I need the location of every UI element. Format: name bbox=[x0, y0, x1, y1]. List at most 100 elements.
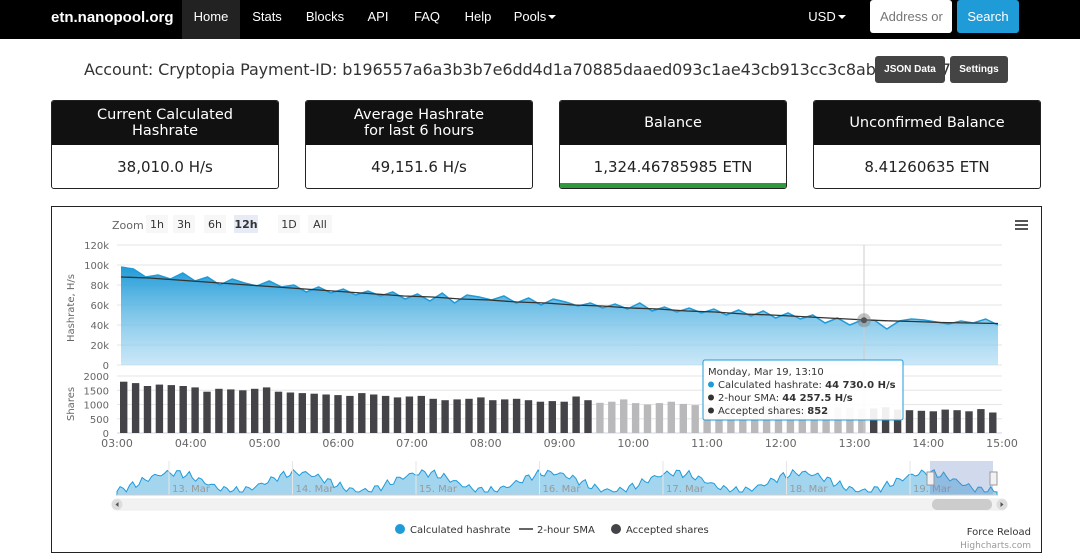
shares-bar bbox=[298, 393, 306, 433]
currency-dropdown[interactable]: USD bbox=[800, 0, 854, 39]
currency-label: USD bbox=[808, 9, 836, 24]
shares-bar bbox=[155, 384, 164, 433]
x-tick-label: 04:00 bbox=[175, 437, 207, 450]
stat-unconfirmed-balance: Unconfirmed Balance 8.41260635 ETN bbox=[813, 100, 1041, 189]
shares-bar bbox=[203, 391, 211, 433]
shares-bar bbox=[572, 396, 580, 433]
navigator-handle[interactable] bbox=[926, 471, 935, 486]
force-reload-link[interactable]: Force Reload bbox=[967, 527, 1031, 538]
nav-api[interactable]: API bbox=[358, 0, 398, 39]
y-tick-label: 20k bbox=[90, 341, 109, 352]
shares-bar bbox=[322, 394, 330, 433]
nav-blocks[interactable]: Blocks bbox=[298, 0, 352, 39]
shares-bar bbox=[643, 404, 652, 433]
shares-bar bbox=[251, 388, 259, 433]
navigator-label: 18. Mar bbox=[790, 484, 829, 495]
hashrate-chart-panel: Zoom 1h 3h 6h 12h 1D All Hashrate, H/s Shares… bbox=[51, 206, 1042, 553]
shares-bar bbox=[941, 409, 949, 433]
json-data-button[interactable]: JSON Data bbox=[875, 56, 945, 83]
zoom-button-1h[interactable]: 1h bbox=[150, 218, 164, 231]
stat-value: 49,151.6 H/s bbox=[371, 158, 467, 176]
shares-bar bbox=[965, 411, 973, 433]
stat-title: Balance bbox=[560, 101, 786, 145]
shares-bar bbox=[655, 403, 664, 433]
scrollbar-track[interactable] bbox=[111, 498, 1008, 511]
shares-bar bbox=[465, 398, 473, 433]
shares-bar bbox=[560, 401, 568, 433]
shares-bar bbox=[370, 394, 378, 433]
shares-bar bbox=[631, 403, 640, 433]
nav-faq[interactable]: FAQ bbox=[405, 0, 449, 39]
tooltip-row: Accepted shares: 852 bbox=[718, 406, 828, 417]
navigator-handle[interactable] bbox=[989, 471, 998, 486]
x-tick-label: 09:00 bbox=[544, 437, 576, 450]
scrollbar-thumb[interactable] bbox=[932, 499, 992, 510]
shares-bar bbox=[346, 395, 354, 433]
navigator-label: 15. Mar bbox=[419, 484, 458, 495]
shares-bar bbox=[274, 391, 283, 433]
tooltip-bullet bbox=[708, 381, 714, 388]
zoom-button-All[interactable]: All bbox=[313, 218, 327, 231]
nav-help[interactable]: Help bbox=[456, 0, 500, 39]
legend-symbol bbox=[395, 524, 405, 534]
stat-title: Unconfirmed Balance bbox=[814, 101, 1040, 145]
zoom-button-6h[interactable]: 6h bbox=[208, 218, 222, 231]
navigator-label: 14. Mar bbox=[296, 484, 335, 495]
x-tick-label: 14:00 bbox=[912, 437, 944, 450]
legend-item[interactable]: 2-hour SMA bbox=[537, 525, 595, 536]
y-tick-label: 120k bbox=[84, 241, 109, 252]
legend-symbol bbox=[611, 524, 621, 534]
nav-home[interactable]: Home bbox=[182, 0, 240, 39]
navigator-selection[interactable] bbox=[930, 461, 993, 495]
stat-value: 38,010.0 H/s bbox=[117, 158, 213, 176]
tooltip-bullet bbox=[708, 407, 714, 414]
stat-title-text: Unconfirmed Balance bbox=[849, 115, 1005, 131]
shares-bar bbox=[358, 393, 366, 433]
legend-item[interactable]: Calculated hashrate bbox=[410, 525, 511, 536]
x-tick-label: 12:00 bbox=[765, 437, 797, 450]
shares-bar bbox=[227, 389, 235, 433]
brand-logo[interactable]: etn.nanopool.org bbox=[51, 9, 173, 26]
x-tick-label: 11:00 bbox=[691, 437, 723, 450]
stat-title-text: Balance bbox=[644, 115, 702, 131]
chevron-down-icon bbox=[837, 15, 846, 19]
nav-stats[interactable]: Stats bbox=[243, 0, 291, 39]
nav-pools-dropdown[interactable]: Pools bbox=[508, 0, 562, 39]
shares-bar bbox=[477, 397, 485, 433]
zoom-button-12h[interactable]: 12h bbox=[234, 218, 257, 231]
shares-bar bbox=[215, 388, 223, 433]
shares-bar bbox=[929, 411, 937, 433]
shares-bar bbox=[441, 400, 449, 433]
stat-current-hashrate: Current Calculated Hashrate 38,010.0 H/s bbox=[51, 100, 279, 189]
y2-tick-label: 1000 bbox=[84, 401, 109, 412]
shares-bar bbox=[512, 398, 521, 433]
shares-bar bbox=[191, 387, 199, 433]
highcharts-credit[interactable]: Highcharts.com bbox=[960, 541, 1031, 551]
shares-bar bbox=[917, 410, 926, 433]
navigator-label: 17. Mar bbox=[666, 484, 705, 495]
x-tick-label: 03:00 bbox=[101, 437, 133, 450]
x-tick-label: 10:00 bbox=[617, 437, 649, 450]
shares-bar bbox=[405, 396, 414, 433]
shares-bar bbox=[953, 410, 961, 433]
shares-bar bbox=[989, 412, 997, 433]
legend-item[interactable]: Accepted shares bbox=[626, 525, 709, 536]
shares-bar bbox=[393, 397, 402, 433]
address-search-input[interactable] bbox=[870, 0, 952, 33]
settings-button[interactable]: Settings bbox=[950, 56, 1008, 83]
hashrate-chart: Zoom 1h 3h 6h 12h 1D All Hashrate, H/s Shares… bbox=[66, 215, 1031, 551]
x-tick-label: 05:00 bbox=[249, 437, 281, 450]
zoom-button-1D[interactable]: 1D bbox=[281, 218, 296, 231]
shares-bar bbox=[608, 401, 616, 433]
zoom-button-3h[interactable]: 3h bbox=[177, 218, 191, 231]
hamburger-icon[interactable] bbox=[1015, 220, 1028, 230]
shares-bar bbox=[584, 400, 592, 433]
balance-indicator-bar bbox=[560, 183, 786, 188]
tooltip-date: Monday, Mar 19, 13:10 bbox=[708, 367, 824, 378]
shares-bar bbox=[691, 405, 699, 433]
navigator-label: 13. Mar bbox=[172, 484, 211, 495]
search-button[interactable]: Search bbox=[957, 0, 1019, 33]
stat-average-hashrate: Average Hashrate for last 6 hours 49,151… bbox=[305, 100, 533, 189]
shares-bar bbox=[262, 387, 271, 433]
top-navbar: etn.nanopool.org Home Stats Blocks API F… bbox=[0, 0, 1080, 39]
